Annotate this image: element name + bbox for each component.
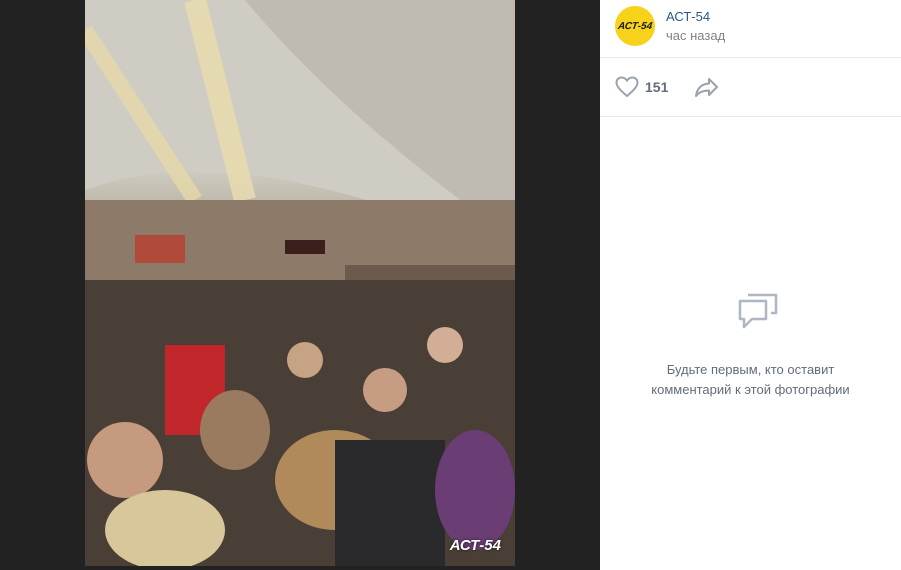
comments-empty-state: Будьте первым, кто оставит комментарий к… [600, 117, 901, 570]
post-photo[interactable]: АСТ-54 [85, 0, 515, 566]
photo-viewer: АСТ-54 [0, 0, 600, 570]
photo-illustration [85, 0, 515, 566]
avatar[interactable]: АСТ-54 [615, 6, 655, 46]
author-link[interactable]: АСТ-54 [666, 9, 710, 24]
share-button[interactable] [694, 75, 720, 99]
empty-comments-text: Будьте первым, кто оставит комментарий к… [630, 360, 871, 400]
post-header: АСТ-54 АСТ-54 час назад [600, 0, 901, 58]
post-actions: 151 [600, 58, 901, 117]
empty-comments-line-1: Будьте первым, кто оставит [666, 362, 835, 377]
photo-watermark: АСТ-54 [449, 537, 501, 554]
heart-icon [615, 76, 639, 98]
avatar-logo-text: АСТ-54 [617, 20, 653, 32]
post-time[interactable]: час назад [666, 28, 725, 43]
empty-comments-line-2: комментарий к этой фотографии [651, 382, 850, 397]
share-arrow-icon [695, 78, 718, 97]
comment-bubble-icon [738, 293, 778, 329]
like-button[interactable]: 151 [615, 75, 668, 99]
post-info-panel: АСТ-54 АСТ-54 час назад 151 Будьте первы… [600, 0, 901, 570]
like-count: 151 [645, 79, 669, 95]
